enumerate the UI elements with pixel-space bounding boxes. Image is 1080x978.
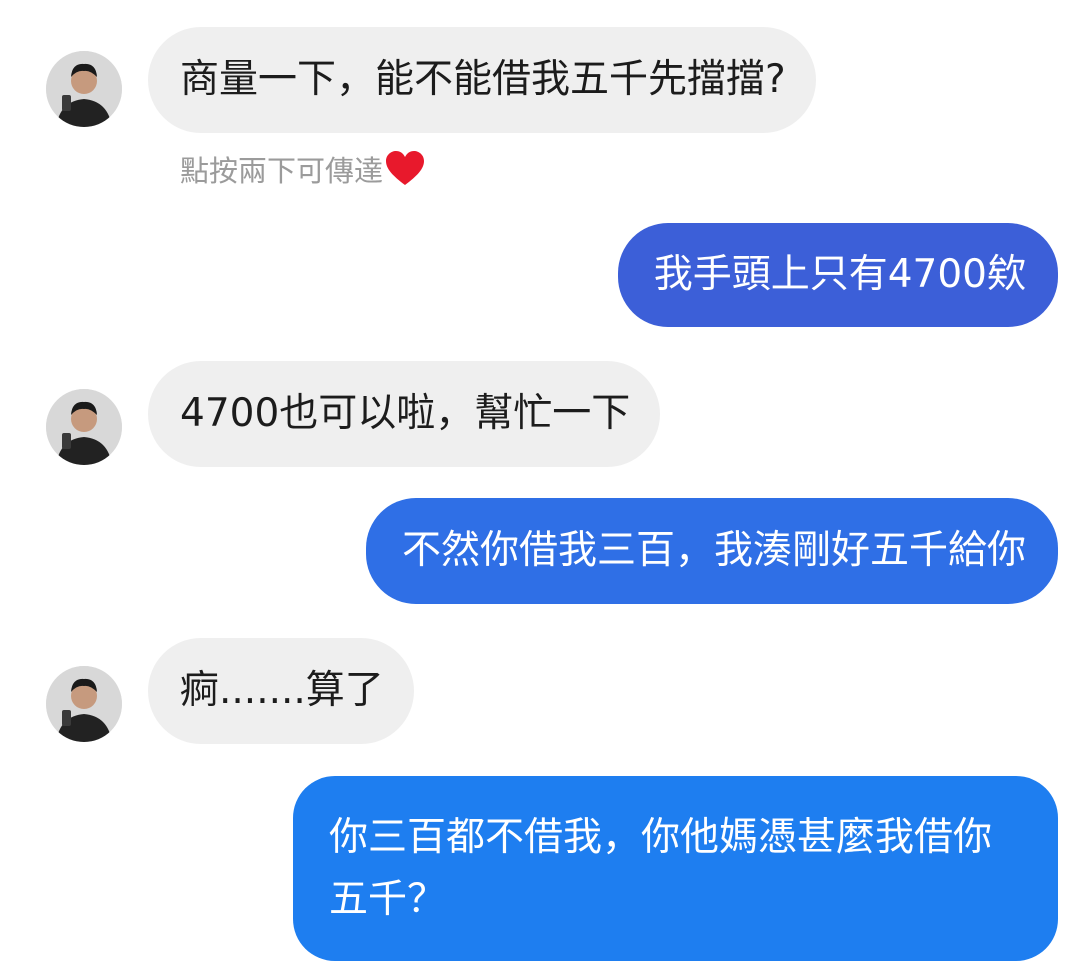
message-bubble-incoming[interactable]: 痾.......算了: [148, 638, 414, 744]
message-bubble-incoming[interactable]: 商量一下，能不能借我五千先擋擋?: [148, 27, 816, 133]
contact-avatar[interactable]: [46, 666, 122, 742]
message-bubble-outgoing[interactable]: 我手頭上只有4700欸: [617, 223, 1058, 327]
contact-avatar[interactable]: [46, 51, 122, 127]
avatar-photo-icon: [46, 389, 122, 465]
message-text: 你三百都不借我，你他媽憑甚麼我借你五千？: [329, 814, 993, 922]
message-text: 痾.......算了: [180, 667, 384, 713]
message-text: 我手頭上只有4700欸: [653, 251, 1026, 297]
avatar-photo-icon: [46, 666, 122, 742]
heart-icon: [385, 151, 425, 187]
message-text: 4700也可以啦，幫忙一下: [180, 390, 631, 436]
message-text: 商量一下，能不能借我五千先擋擋?: [180, 56, 786, 102]
reaction-hint: 點按兩下可傳達: [180, 148, 425, 190]
reaction-hint-text: 點按兩下可傳達: [180, 154, 384, 188]
message-bubble-incoming[interactable]: 4700也可以啦，幫忙一下: [148, 361, 661, 467]
avatar-photo-icon: [46, 51, 122, 127]
contact-avatar[interactable]: [46, 389, 122, 465]
message-bubble-outgoing[interactable]: 不然你借我三百，我湊剛好五千給你: [365, 498, 1058, 604]
message-bubble-outgoing[interactable]: 你三百都不借我，你他媽憑甚麼我借你五千？: [293, 776, 1058, 961]
message-text: 不然你借我三百，我湊剛好五千給你: [401, 527, 1026, 573]
